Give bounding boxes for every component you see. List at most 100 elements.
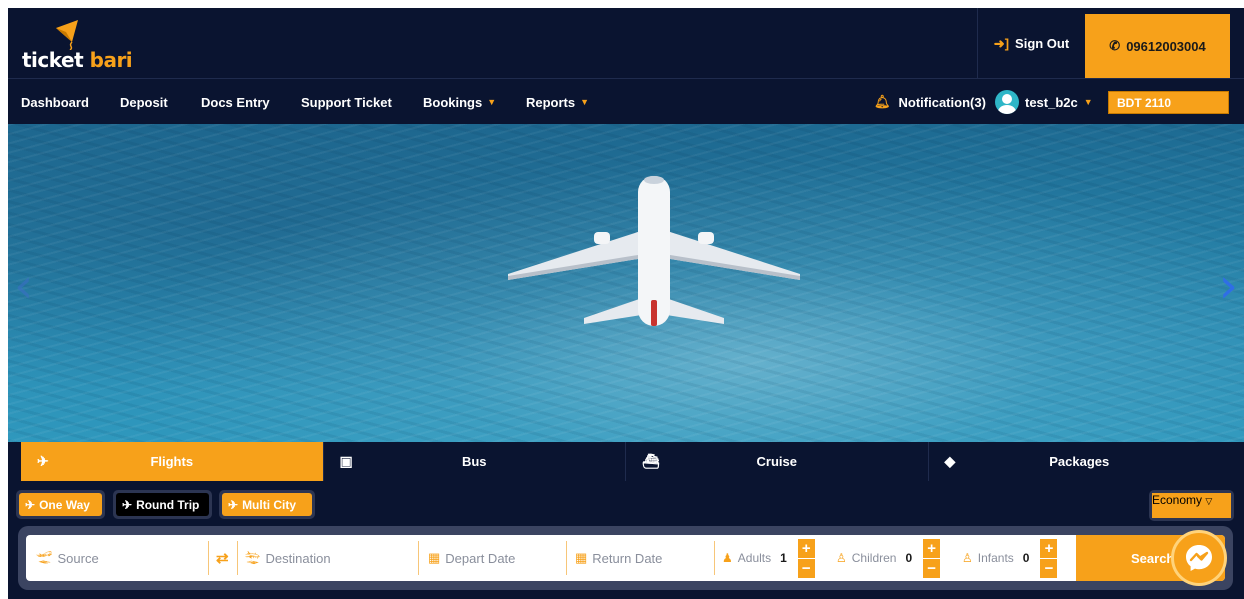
divider — [418, 541, 419, 575]
nav-bookings[interactable]: Bookings ▼ — [423, 80, 496, 124]
children-stepper: + − — [923, 538, 941, 578]
tab-label: Cruise — [756, 454, 797, 469]
bus-icon: ▣ — [339, 453, 353, 469]
children-plus-button[interactable]: + — [923, 538, 941, 558]
search-bar: 🛫︎ Source ⇄ 🛬︎ Destination ▦ Depart Date… — [26, 535, 1225, 581]
depart-date-placeholder: Depart Date — [445, 550, 516, 566]
messenger-chat-button[interactable] — [1171, 530, 1227, 586]
children-minus-button[interactable]: − — [923, 558, 941, 578]
kite-logo-icon — [56, 20, 78, 50]
destination-placeholder: Destination — [265, 550, 331, 566]
chevron-down-icon: ▽ — [1205, 496, 1213, 506]
carousel-prev-icon[interactable]: ‹ — [14, 262, 33, 310]
destination-input[interactable]: 🛬︎ Destination — [244, 535, 414, 581]
plane-icon: ✈ — [37, 453, 49, 469]
sign-out-label: Sign Out — [1015, 36, 1070, 51]
infants-plus-button[interactable]: + — [1040, 538, 1058, 558]
username: test_b2c — [1025, 94, 1078, 110]
infants-label: Infants — [977, 551, 1014, 565]
source-input[interactable]: 🛫︎ Source — [36, 535, 206, 581]
notification-button[interactable]: 🔔︎ Notification(3) — [874, 80, 986, 124]
carousel-next-icon[interactable]: › — [1219, 262, 1238, 310]
airplane-image — [508, 176, 800, 326]
divider — [237, 541, 238, 575]
tab-flights[interactable]: ✈ Flights — [21, 442, 323, 481]
brand-name: ticket bari — [22, 48, 133, 72]
top-bar: ticket bari ➜] Sign Out ✆ 09612003004 — [8, 8, 1244, 79]
sign-in-arrow-icon: ➜] — [993, 35, 1010, 51]
plane-outline-icon: ✈ — [228, 497, 239, 512]
cabin-class-inner: Economy ▽ — [1152, 493, 1231, 518]
source-placeholder: Source — [57, 550, 99, 566]
brand-logo[interactable]: ticket bari — [22, 18, 152, 76]
divider — [208, 541, 209, 575]
landing-icon: 🛬︎ — [244, 550, 261, 565]
children-counter: ♙ Children 0 + − — [836, 535, 941, 581]
main-nav: Dashboard Deposit Docs Entry Support Tic… — [8, 80, 1244, 124]
nav-label: Bookings — [423, 94, 483, 110]
tab-cruise[interactable]: ⛴ Cruise — [625, 442, 928, 481]
return-date-placeholder: Return Date — [592, 550, 663, 566]
avatar — [995, 90, 1019, 114]
swap-button[interactable]: ⇄ — [216, 535, 236, 581]
phone-button[interactable]: ✆ 09612003004 — [1085, 14, 1230, 78]
nav-dashboard[interactable]: Dashboard — [21, 80, 89, 124]
round-trip-button[interactable]: ✈ Round Trip — [113, 490, 212, 519]
takeoff-icon: 🛫︎ — [36, 550, 53, 565]
nav-deposit[interactable]: Deposit — [120, 80, 168, 124]
adults-stepper: + − — [797, 538, 815, 578]
tab-packages[interactable]: ◆ Packages — [927, 442, 1230, 481]
children-label: Children — [851, 551, 897, 565]
divider — [566, 541, 567, 575]
round-trip-label: Round Trip — [136, 497, 200, 512]
service-tabs: ✈ Flights ▣ Bus ⛴ Cruise ◆ Packages — [21, 442, 1230, 481]
balance-badge[interactable]: BDT 2110 — [1108, 91, 1229, 114]
adults-minus-button[interactable]: − — [797, 558, 815, 578]
tab-label: Bus — [461, 454, 487, 469]
divider — [714, 541, 715, 575]
calendar-icon: ▦ — [575, 550, 588, 565]
nav-label: Reports — [526, 94, 576, 110]
adults-counter: ♟ Adults 1 + − — [722, 535, 815, 581]
cabin-class-select[interactable]: Economy ▽ — [1149, 490, 1234, 521]
page: ticket bari ➜] Sign Out ✆ 09612003004 Da… — [8, 8, 1244, 599]
tab-label: Flights — [150, 454, 194, 469]
swap-arrows-icon: ⇄ — [216, 550, 229, 567]
infants-count: 0 — [1022, 551, 1030, 565]
ship-icon: ⛴ — [642, 453, 660, 469]
return-date-input[interactable]: ▦ Return Date — [575, 535, 715, 581]
one-way-button[interactable]: ✈ One Way — [16, 490, 105, 519]
adults-count: 1 — [780, 551, 787, 565]
child-icon: ♙ — [836, 551, 847, 565]
adults-label: Adults — [737, 551, 772, 565]
one-way-label: One Way — [39, 497, 90, 512]
nav-label: Deposit — [120, 94, 168, 110]
infants-minus-button[interactable]: − — [1040, 558, 1058, 578]
trip-type-row: ✈ One Way ✈ Round Trip ✈ Multi City Econ… — [16, 488, 1244, 522]
multi-city-label: Multi City — [242, 497, 297, 512]
nav-docs-entry[interactable]: Docs Entry — [201, 80, 270, 124]
multi-city-inner: ✈ Multi City — [222, 493, 312, 516]
diamond-icon: ◆ — [944, 453, 956, 469]
one-way-inner: ✈ One Way — [19, 493, 102, 516]
depart-date-input[interactable]: ▦ Depart Date — [428, 535, 568, 581]
search-panel: 🛫︎ Source ⇄ 🛬︎ Destination ▦ Depart Date… — [18, 526, 1233, 590]
cabin-class-value: Economy — [1152, 493, 1203, 507]
tab-label: Packages — [1049, 454, 1110, 469]
nav-label: Docs Entry — [201, 94, 270, 110]
phone-number: 09612003004 — [1126, 38, 1206, 54]
messenger-icon — [1186, 545, 1212, 571]
round-trip-inner: ✈ Round Trip — [116, 493, 209, 516]
nav-support-ticket[interactable]: Support Ticket — [301, 80, 392, 124]
plane-outline-icon: ✈ — [25, 497, 36, 512]
multi-city-button[interactable]: ✈ Multi City — [219, 490, 315, 519]
infants-counter: ♙ Infants 0 + − — [962, 535, 1058, 581]
tab-bus[interactable]: ▣ Bus — [322, 442, 625, 481]
hero-banner: ‹ › — [8, 124, 1244, 442]
nav-reports[interactable]: Reports ▼ — [526, 80, 589, 124]
nav-label: Support Ticket — [301, 94, 392, 110]
user-menu[interactable]: test_b2c ▼ — [995, 80, 1093, 124]
adults-plus-button[interactable]: + — [797, 538, 815, 558]
plane-outline-icon: ✈ — [122, 497, 133, 512]
sign-out-button[interactable]: ➜] Sign Out — [977, 8, 1085, 79]
